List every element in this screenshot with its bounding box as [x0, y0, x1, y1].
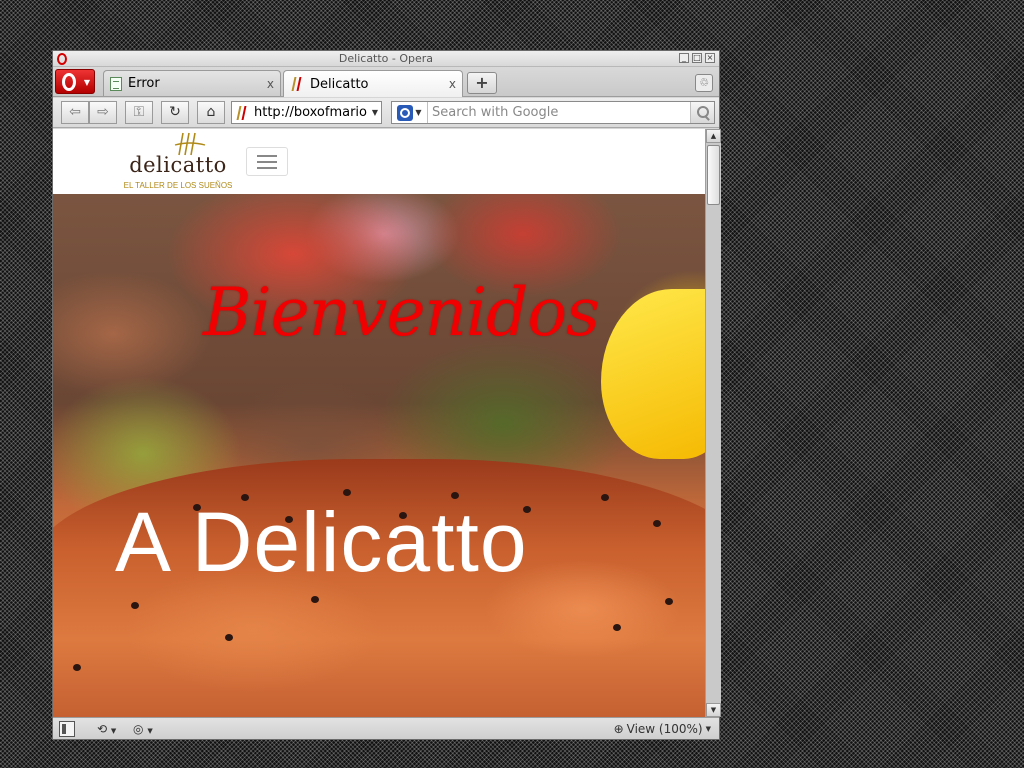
turbo-button[interactable]: ◎ ▼	[133, 721, 153, 737]
browser-window: Delicatto - Opera _ □ × ▼ Error x Delica…	[52, 50, 721, 740]
new-tab-button[interactable]: +	[467, 72, 497, 94]
window-controls: _ □ ×	[679, 53, 715, 63]
back-icon: ⇦	[69, 104, 81, 120]
tab-bar: ▼ Error x Delicatto x + ♲	[53, 67, 719, 97]
chevron-down-icon: ▼	[147, 727, 153, 735]
hero-banner: Bienvenidos A Delicatto	[53, 194, 705, 717]
page-icon	[110, 76, 122, 91]
magnifier-icon[interactable]	[690, 102, 714, 123]
close-window-button[interactable]: ×	[705, 53, 715, 63]
chevron-down-icon: ▼	[705, 725, 711, 733]
tab-delicatto[interactable]: Delicatto x	[283, 70, 463, 97]
search-engine-icon	[397, 104, 414, 121]
site-logo[interactable]: delicatto EL TALLER DE LOS SUEÑOS	[123, 131, 233, 193]
panel-icon[interactable]	[59, 721, 75, 737]
zoom-control[interactable]: ⊕ View (100%) ▼	[614, 721, 711, 737]
scrollbar-thumb[interactable]	[707, 145, 720, 205]
search-bar: ▼	[391, 101, 715, 124]
menu-toggle-button[interactable]	[246, 147, 288, 176]
logo-wordmark: delicatto	[129, 153, 227, 177]
window-title: Delicatto - Opera	[338, 52, 434, 65]
hero-title: Bienvenidos	[203, 274, 600, 351]
reload-button[interactable]: ↻	[161, 101, 189, 124]
search-engine-selector[interactable]: ▼	[392, 102, 428, 123]
forward-icon: ⇨	[97, 104, 109, 120]
minimize-button[interactable]: _	[679, 53, 689, 63]
tab-label: Delicatto	[310, 76, 369, 92]
sync-button[interactable]: ⟲ ▼	[97, 721, 116, 737]
wand-button[interactable]: ⚿	[125, 101, 153, 124]
status-bar: ⟲ ▼ ◎ ▼ ⊕ View (100%) ▼	[53, 717, 719, 739]
chevron-down-icon[interactable]: ▼	[369, 108, 381, 117]
site-favicon-icon	[290, 77, 304, 91]
vertical-scrollbar[interactable]: ▲ ▼	[705, 129, 721, 717]
zoom-icon: ⊕	[613, 722, 624, 736]
home-button[interactable]: ⌂	[197, 101, 225, 124]
zoom-label: View (100%)	[626, 722, 703, 736]
forward-button[interactable]: ⇨	[89, 101, 117, 124]
page-viewport: delicatto EL TALLER DE LOS SUEÑOS Bienve…	[53, 129, 705, 717]
lemon-image	[601, 289, 705, 459]
tab-label: Error	[128, 76, 160, 91]
close-icon[interactable]: x	[263, 77, 274, 91]
search-input[interactable]	[428, 105, 690, 120]
tab-error[interactable]: Error x	[103, 70, 281, 96]
title-bar: Delicatto - Opera _ □ ×	[53, 51, 719, 67]
address-text: http://boxofmario	[254, 105, 367, 120]
opera-logo-icon	[62, 73, 76, 91]
maximize-button[interactable]: □	[692, 53, 702, 63]
reload-icon: ↻	[169, 104, 181, 120]
opera-menu-button[interactable]: ▼	[55, 69, 95, 94]
chevron-down-icon: ▼	[415, 108, 422, 117]
logo-tagline: EL TALLER DE LOS SUEÑOS	[123, 181, 233, 190]
trash-icon[interactable]: ♲	[695, 74, 713, 92]
hero-subtitle: A Delicatto	[115, 495, 528, 589]
navigation-toolbar: ⇦ ⇨ ⚿ ↻ ⌂ http://boxofmario ▼ ▼	[53, 98, 719, 128]
sync-icon: ⟲	[97, 722, 108, 736]
site-header: delicatto EL TALLER DE LOS SUEÑOS	[53, 129, 705, 194]
address-bar[interactable]: http://boxofmario ▼	[231, 101, 382, 124]
chevron-down-icon: ▼	[83, 78, 90, 87]
site-favicon-icon	[235, 106, 249, 120]
scroll-down-button[interactable]: ▼	[706, 703, 721, 717]
plus-icon: +	[475, 73, 489, 92]
chevron-down-icon: ▼	[110, 727, 117, 735]
scroll-up-button[interactable]: ▲	[706, 129, 721, 143]
home-icon: ⌂	[206, 104, 216, 120]
turbo-icon: ◎	[133, 722, 144, 736]
close-icon[interactable]: x	[445, 77, 456, 91]
back-button[interactable]: ⇦	[61, 101, 89, 124]
key-icon: ⚿	[133, 104, 145, 120]
